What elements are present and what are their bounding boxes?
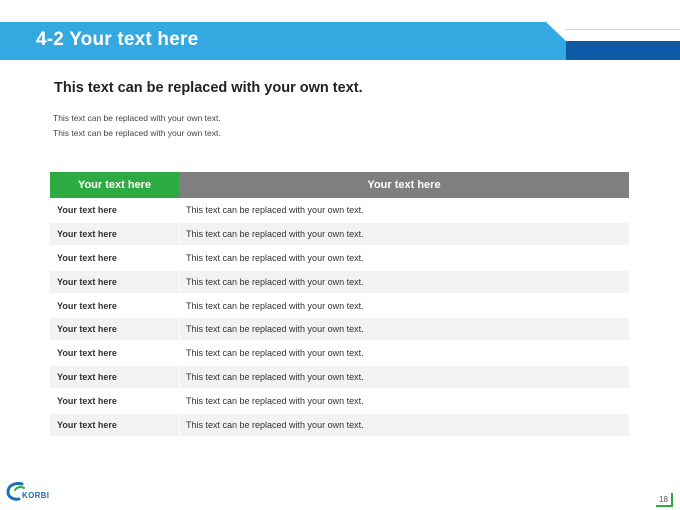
table-row: Your text here This text can be replaced… — [50, 318, 629, 341]
table-cell-label: Your text here — [57, 348, 117, 359]
data-table: Your text here Your text here Your text … — [50, 172, 629, 437]
table-cell-label: Your text here — [57, 372, 117, 383]
table-cell-label: Your text here — [57, 276, 117, 287]
table-cell-text: This text can be replaced with your own … — [179, 390, 629, 413]
table-header-cell: Your text here — [179, 172, 629, 198]
table-row: Your text here This text can be replaced… — [50, 294, 629, 317]
table-cell-text: This text can be replaced with your own … — [179, 294, 629, 317]
table-cell-text: This text can be replaced with your own … — [179, 366, 629, 389]
table-header-cell: Your text here — [50, 172, 179, 198]
body-text-line: This text can be replaced with your own … — [53, 113, 221, 123]
table-row: Your text here This text can be replaced… — [50, 366, 629, 389]
table-row: Your text here This text can be replaced… — [50, 270, 629, 293]
page-number: 18 — [656, 493, 673, 507]
table-cell-label: Your text here — [57, 228, 117, 239]
table-cell-label: Your text here — [57, 324, 117, 335]
table-cell-text: This text can be replaced with your own … — [179, 246, 629, 269]
section-subtitle: This text can be replaced with your own … — [54, 80, 363, 96]
table-cell-text: This text can be replaced with your own … — [179, 318, 629, 341]
slide: 4-2 Your text here This text can be repl… — [0, 0, 680, 510]
table-cell-label: Your text here — [57, 300, 117, 311]
table-cell-text: This text can be replaced with your own … — [179, 270, 629, 293]
table-row: Your text here This text can be replaced… — [50, 222, 629, 245]
table-cell-label: Your text here — [57, 396, 117, 407]
table-row: Your text here This text can be replaced… — [50, 342, 629, 365]
table-cell-text: This text can be replaced with your own … — [179, 414, 629, 437]
page-title: 4-2 Your text here — [36, 29, 199, 50]
table-row: Your text here This text can be replaced… — [50, 199, 629, 221]
table-header-row: Your text here Your text here — [50, 172, 629, 198]
body-text-line: This text can be replaced with your own … — [53, 128, 221, 138]
table-cell-label: Your text here — [57, 420, 117, 431]
table-cell-text: This text can be replaced with your own … — [179, 222, 629, 245]
table-cell-text: This text can be replaced with your own … — [179, 199, 629, 221]
table-cell-label: Your text here — [57, 205, 117, 215]
table-row: Your text here This text can be replaced… — [50, 390, 629, 413]
table-cell-text: This text can be replaced with your own … — [179, 342, 629, 365]
table-row: Your text here This text can be replaced… — [50, 246, 629, 269]
logo-wordmark: KORBI — [22, 491, 50, 500]
table-row: Your text here This text can be replaced… — [50, 414, 629, 437]
table-cell-label: Your text here — [57, 252, 117, 263]
